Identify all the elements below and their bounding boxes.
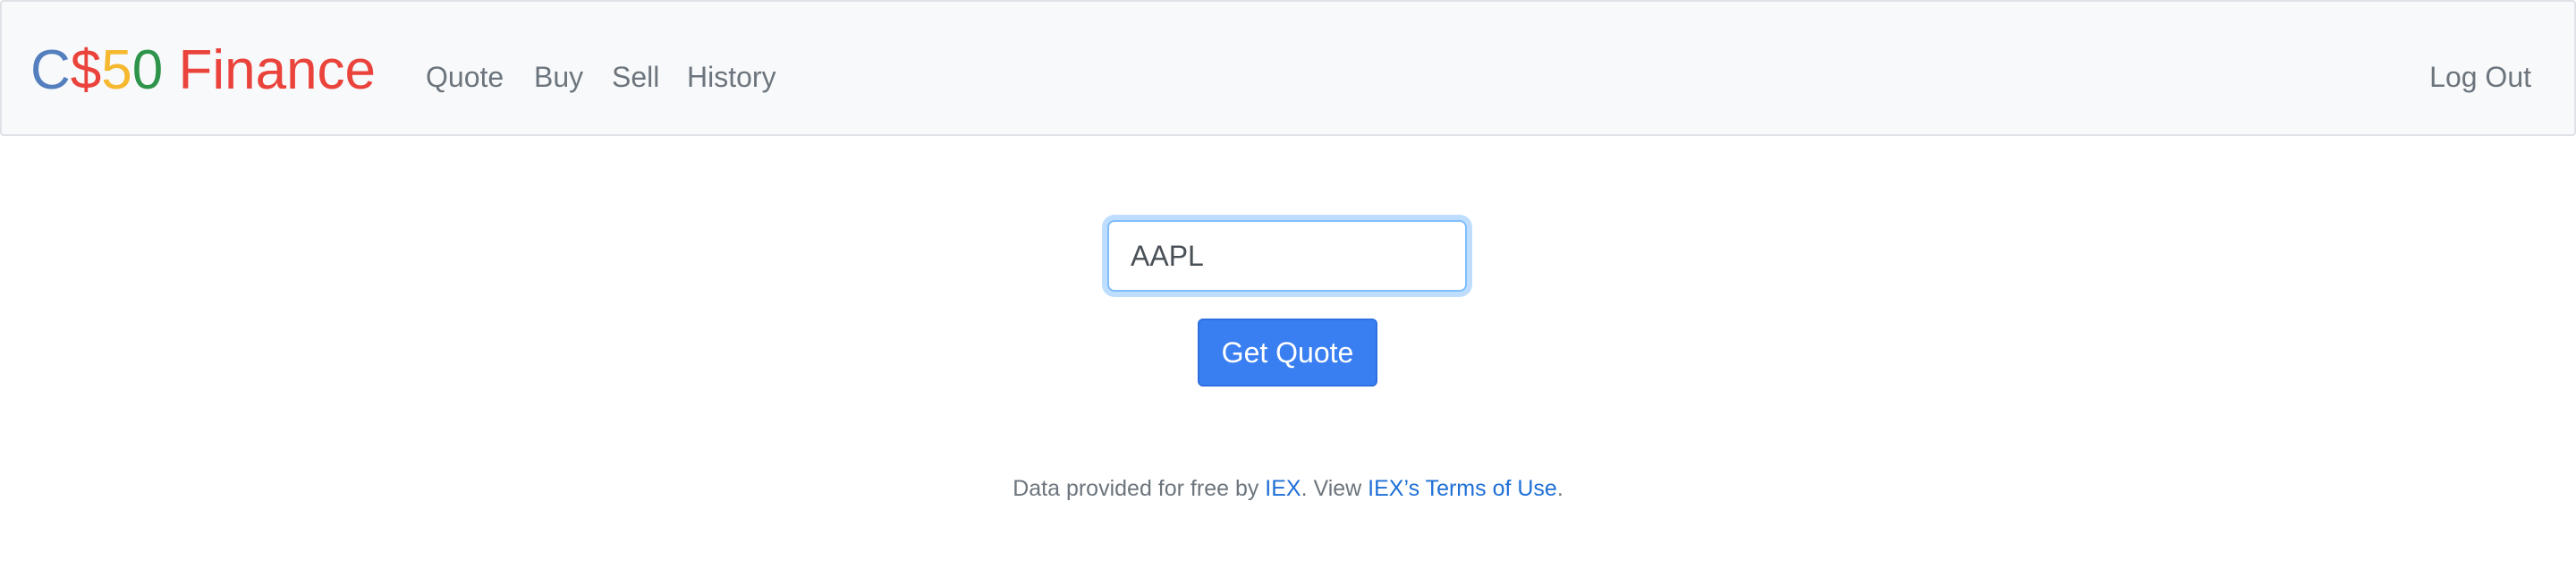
nav-link-history[interactable]: History [687, 59, 776, 95]
brand-digit-five: 5 [101, 39, 132, 101]
symbol-input[interactable] [1107, 220, 1467, 292]
navbar: C$50 Finance Quote Buy Sell History Log … [0, 0, 2576, 136]
iex-link[interactable]: IEX [1265, 476, 1301, 501]
footer: Data provided for free by IEX. View IEX’… [0, 472, 2576, 505]
brand-word-finance: Finance [163, 39, 377, 101]
nav-link-quote[interactable]: Quote [426, 59, 504, 95]
footer-text-suffix: . [1556, 476, 1563, 501]
get-quote-button[interactable]: Get Quote [1198, 319, 1377, 387]
iex-terms-link[interactable]: IEX’s Terms of Use [1368, 476, 1557, 501]
footer-text-middle: . View [1301, 476, 1368, 501]
footer-text-prefix: Data provided for free by [1013, 476, 1266, 501]
nav-link-buy[interactable]: Buy [534, 59, 583, 95]
brand-letter-c: C [30, 39, 71, 101]
brand-dollar-sign: $ [70, 39, 102, 101]
nav-link-sell[interactable]: Sell [612, 59, 659, 95]
brand-logo-link[interactable]: C$50 Finance [30, 38, 376, 104]
brand-digit-zero: 0 [131, 39, 164, 101]
logout-link[interactable]: Log Out [2429, 59, 2531, 95]
